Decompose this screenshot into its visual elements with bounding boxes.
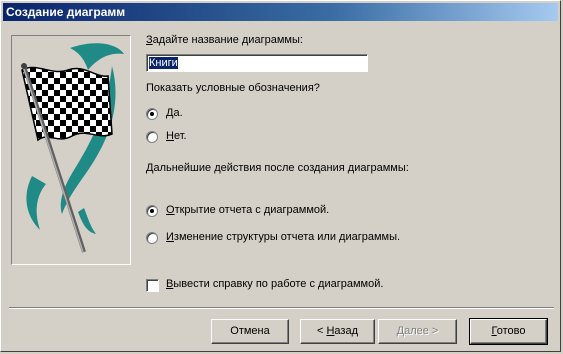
modify-design-label[interactable]: Изменение структуры отчета или диаграммы…: [166, 231, 400, 243]
legend-question-label: Показать условные обозначения?: [146, 82, 320, 94]
checkered-flag-icon: [21, 43, 124, 253]
wizard-illustration: [11, 35, 131, 265]
finish-button[interactable]: Готово: [469, 318, 548, 345]
legend-no-label[interactable]: Нет.: [166, 130, 187, 142]
next-button[interactable]: Далее >: [378, 319, 457, 344]
open-report-label[interactable]: Открытие отчета с диаграммой.: [166, 204, 329, 216]
chart-name-label: Задайте название диаграммы:: [146, 34, 303, 46]
show-help-label[interactable]: Вывести справку по работе с диаграммой.: [166, 278, 383, 290]
back-button[interactable]: < Назад: [300, 319, 375, 344]
button-separator: [9, 307, 554, 309]
legend-yes-label[interactable]: Да.: [166, 107, 183, 119]
legend-yes-radio[interactable]: [146, 108, 158, 120]
open-report-radio[interactable]: [146, 205, 158, 217]
chart-name-input[interactable]: Книги: [146, 54, 368, 72]
modify-design-radio[interactable]: [146, 232, 158, 244]
show-help-checkbox[interactable]: [146, 279, 159, 292]
after-create-actions-label: Дальнейшие действия после создания диагр…: [146, 162, 409, 174]
dialog-title-bar[interactable]: Создание диаграмм: [3, 3, 558, 21]
legend-no-radio[interactable]: [146, 131, 158, 143]
cancel-button[interactable]: Отмена: [211, 319, 289, 344]
chart-wizard-dialog: Создание диаграмм Задайте название диагр…: [0, 0, 561, 352]
dialog-title: Создание диаграмм: [6, 5, 126, 19]
